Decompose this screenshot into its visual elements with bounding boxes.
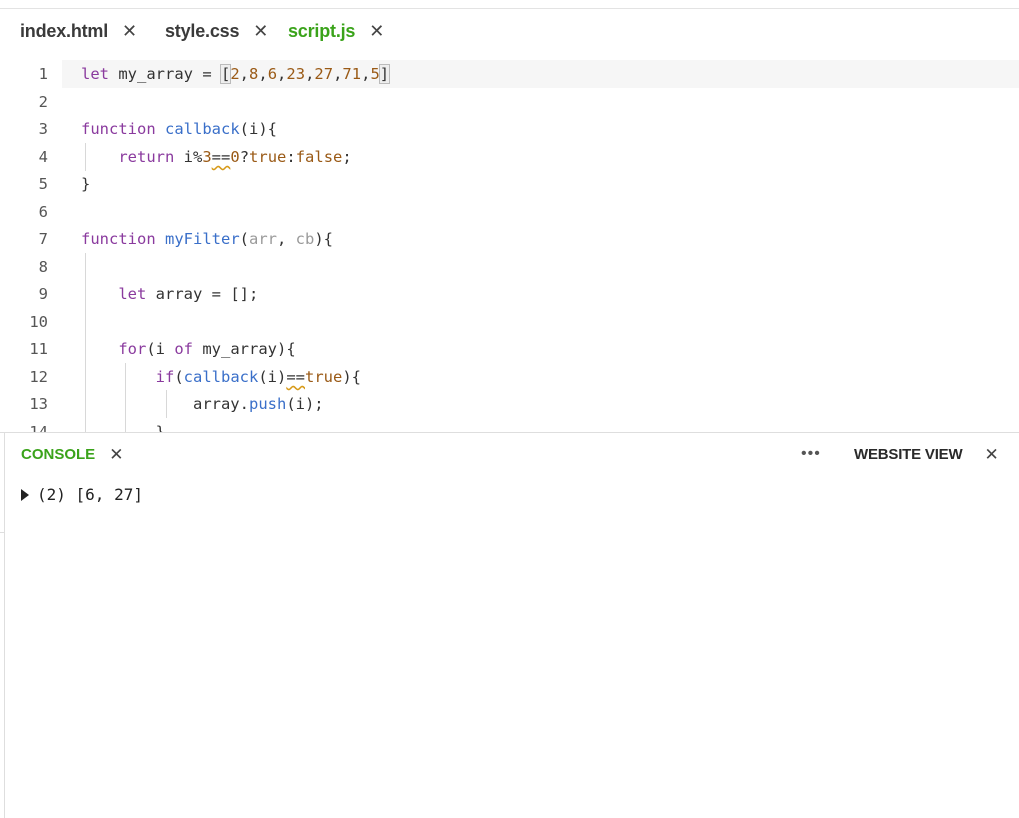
code-line[interactable]: 14 } bbox=[0, 418, 1019, 432]
line-number: 9 bbox=[38, 285, 48, 303]
console-log-entry[interactable]: (2) [6, 27] bbox=[21, 485, 143, 504]
line-number: 10 bbox=[29, 313, 48, 331]
code-line[interactable]: 5} bbox=[0, 170, 1019, 198]
line-number: 2 bbox=[38, 93, 48, 111]
more-options-icon[interactable]: ••• bbox=[801, 445, 821, 463]
line-number: 3 bbox=[38, 120, 48, 138]
code-text: if(callback(i)==true){ bbox=[155, 368, 361, 386]
tab-label: script.js bbox=[288, 20, 356, 41]
file-tab-bar: index.html ✕ style.css ✕ script.js ✕ bbox=[0, 9, 1019, 53]
line-number: 5 bbox=[38, 175, 48, 193]
line-number: 6 bbox=[38, 203, 48, 221]
code-text: array.push(i); bbox=[81, 395, 324, 413]
code-line[interactable]: 1 let my_array = [2,8,6,23,27,71,5] bbox=[0, 60, 1019, 88]
code-line[interactable]: 10 bbox=[0, 308, 1019, 336]
line-number: 7 bbox=[38, 230, 48, 248]
line-number: 1 bbox=[38, 65, 48, 83]
code-line[interactable]: 7 function myFilter(arr, cb){ bbox=[0, 225, 1019, 253]
website-view-title[interactable]: WEBSITE VIEW bbox=[854, 446, 963, 463]
code-line[interactable]: 3 function callback(i){ bbox=[0, 115, 1019, 143]
code-line[interactable]: 6 bbox=[0, 198, 1019, 226]
code-line[interactable]: 4 return i%3==0?true:false; bbox=[0, 143, 1019, 171]
code-line[interactable]: 13 array.push(i); bbox=[0, 390, 1019, 418]
line-number: 4 bbox=[38, 148, 48, 166]
code-text: let my_array = [2,8,6,23,27,71,5] bbox=[81, 64, 391, 84]
tab-index-html[interactable]: index.html ✕ bbox=[20, 19, 137, 43]
code-text: for(i of my_array){ bbox=[118, 340, 296, 358]
code-text: return i%3==0?true:false; bbox=[118, 148, 352, 166]
close-icon[interactable]: ✕ bbox=[109, 446, 123, 463]
website-view-panel: WEBSITE VIEW ✕ bbox=[838, 433, 1019, 818]
tab-style-css[interactable]: style.css ✕ bbox=[165, 19, 268, 43]
line-number: 13 bbox=[29, 395, 48, 413]
line-number: 8 bbox=[38, 258, 48, 276]
code-line[interactable]: 8 bbox=[0, 253, 1019, 281]
code-text: function myFilter(arr, cb){ bbox=[81, 230, 334, 248]
code-line[interactable]: 11 for(i of my_array){ bbox=[0, 335, 1019, 363]
code-text: } bbox=[81, 423, 165, 432]
code-text: } bbox=[81, 175, 91, 193]
code-line[interactable]: 12 if(callback(i)==true){ bbox=[0, 363, 1019, 391]
close-icon[interactable]: ✕ bbox=[369, 22, 384, 40]
tab-label: index.html bbox=[20, 20, 109, 41]
tab-script-js[interactable]: script.js ✕ bbox=[288, 19, 384, 43]
code-playground: index.html ✕ style.css ✕ script.js ✕ 1 le… bbox=[0, 0, 1019, 818]
code-text: function callback(i){ bbox=[81, 120, 277, 138]
console-title[interactable]: CONSOLE bbox=[21, 446, 95, 463]
code-line[interactable]: 2 bbox=[0, 88, 1019, 116]
close-icon[interactable]: ✕ bbox=[122, 22, 137, 40]
line-number: 14 bbox=[29, 423, 48, 432]
code-text: let array = []; bbox=[118, 285, 259, 303]
console-header: CONSOLE ✕ bbox=[21, 446, 123, 463]
top-divider bbox=[0, 0, 1019, 9]
close-icon[interactable]: ✕ bbox=[253, 22, 268, 40]
indent-guide bbox=[85, 253, 86, 281]
line-number: 11 bbox=[29, 340, 48, 358]
line-number: 12 bbox=[29, 368, 48, 386]
indent-guide bbox=[85, 308, 86, 336]
close-icon[interactable]: ✕ bbox=[984, 446, 998, 463]
website-view-header: WEBSITE VIEW ✕ bbox=[854, 446, 999, 463]
log-value: (2) [6, 27] bbox=[37, 485, 143, 504]
code-editor[interactable]: 1 let my_array = [2,8,6,23,27,71,5] 2 3 func… bbox=[0, 60, 1019, 432]
tab-label: style.css bbox=[165, 20, 240, 41]
expand-triangle-icon[interactable] bbox=[21, 488, 29, 501]
code-line[interactable]: 9 let array = []; bbox=[0, 280, 1019, 308]
console-panel: CONSOLE ✕ ••• (2) [6, 27] bbox=[4, 433, 839, 818]
